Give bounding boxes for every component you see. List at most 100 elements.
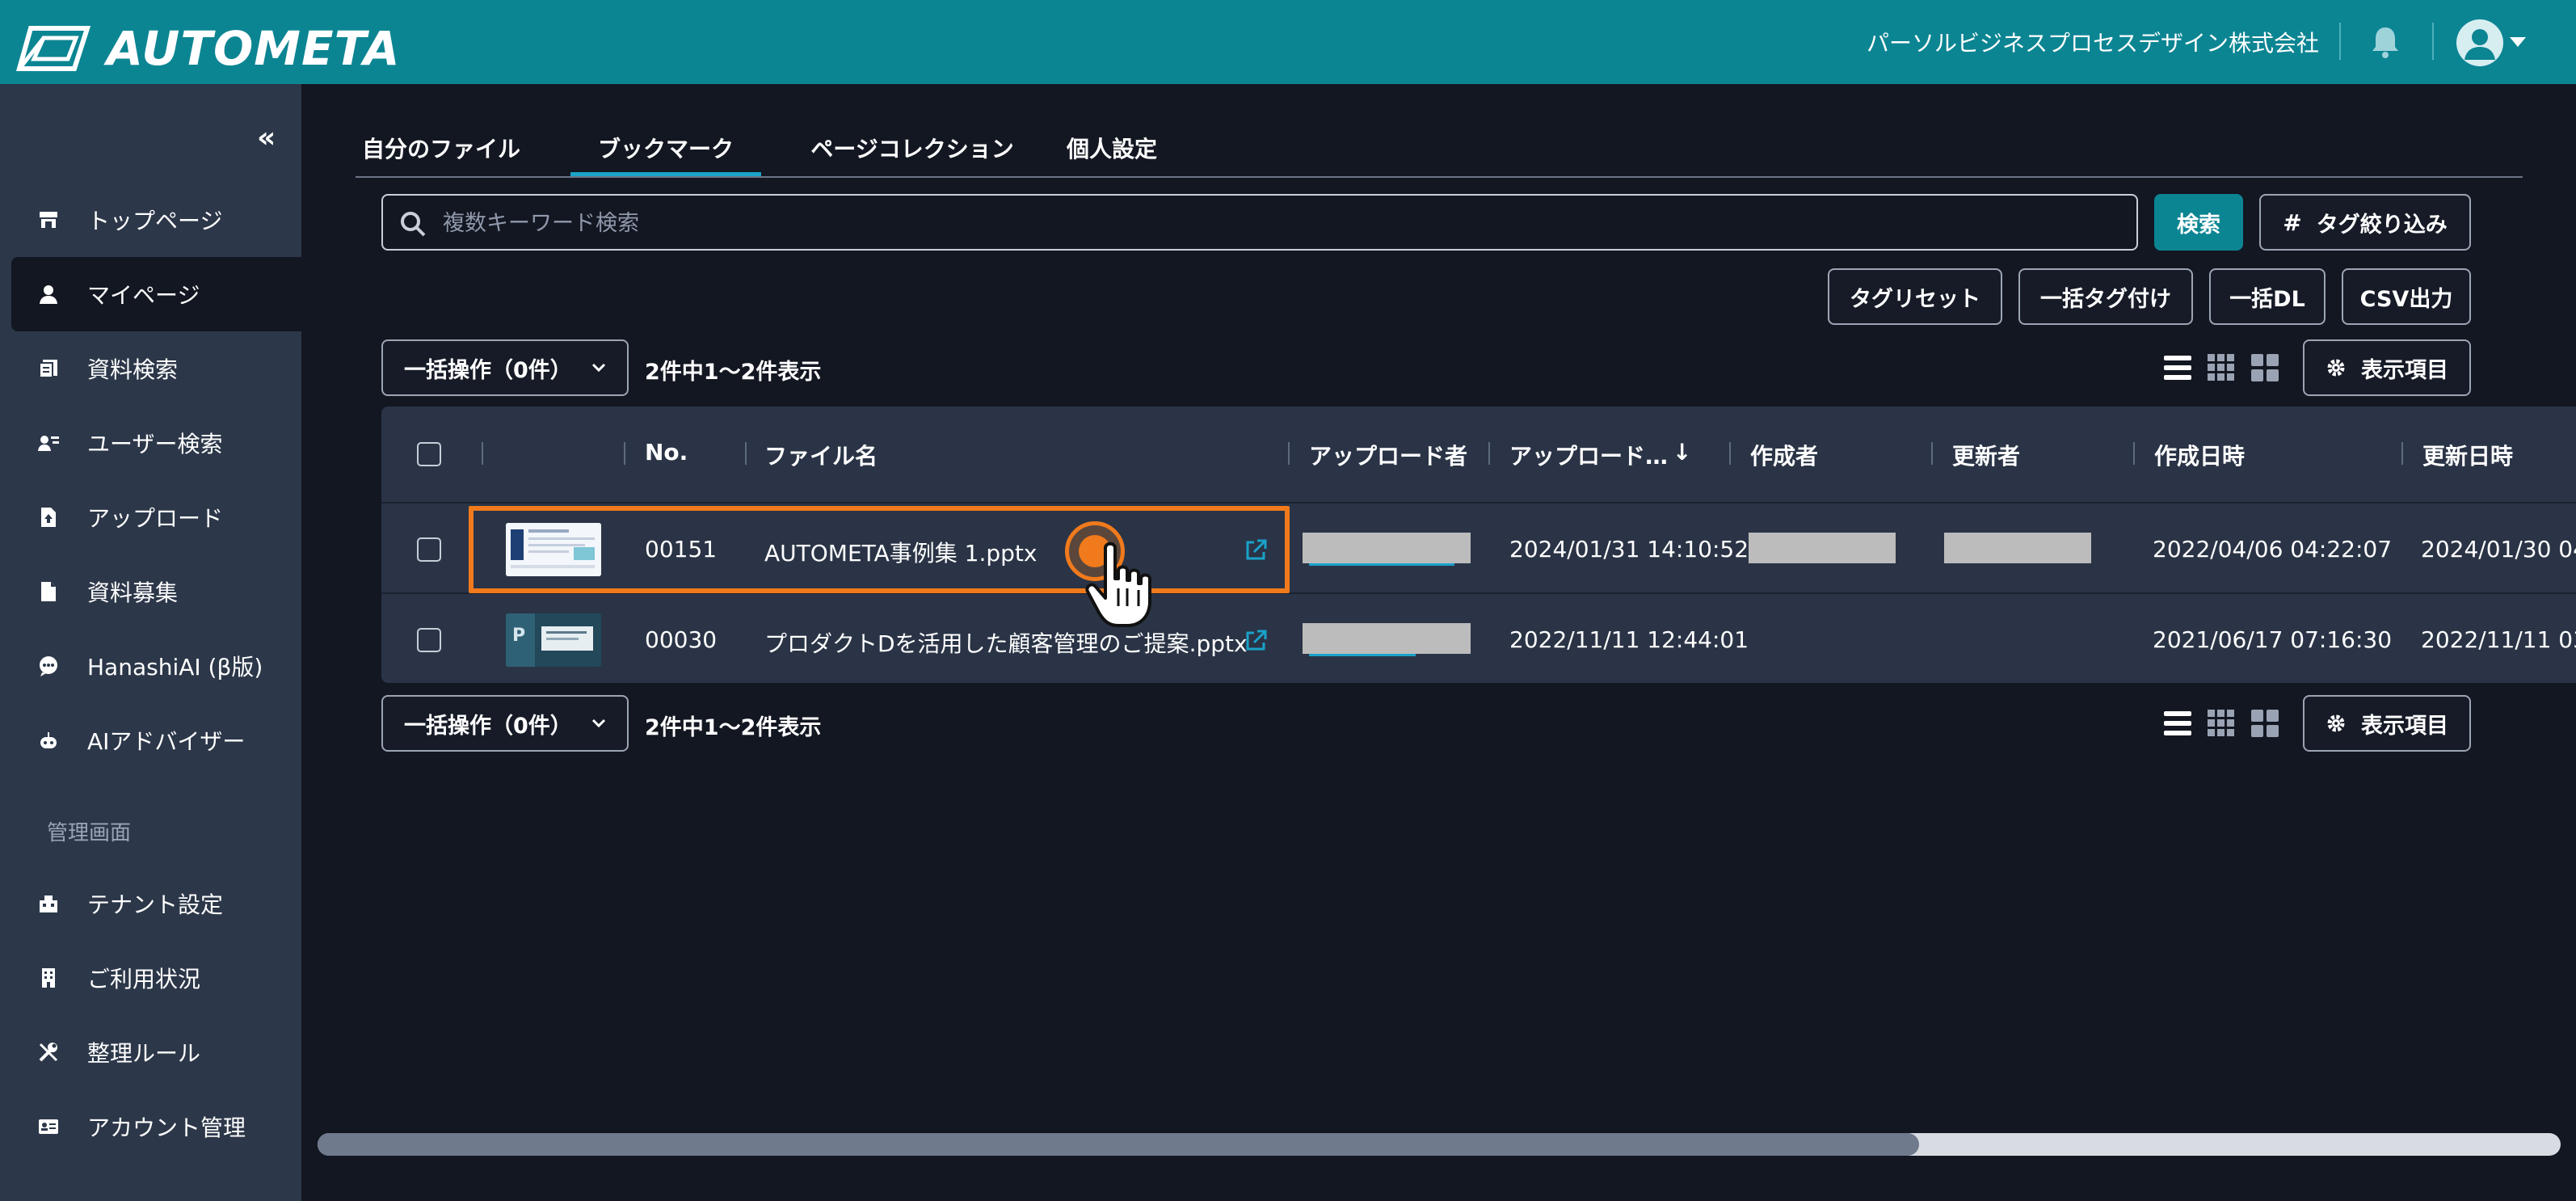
- sidebar-item-label: ご利用状況: [87, 966, 201, 992]
- row-checkbox[interactable]: [417, 628, 441, 652]
- bulk-operation-label: 一括操作（0件）: [404, 713, 572, 739]
- grid-large-view-icon[interactable]: [2250, 708, 2280, 739]
- avatar[interactable]: [2456, 19, 2503, 66]
- search-button[interactable]: 検索: [2154, 194, 2243, 251]
- header-divider: [2432, 23, 2434, 60]
- document-search-icon: [39, 360, 57, 378]
- admin-section-label: 管理画面: [47, 821, 132, 845]
- gear-icon: [2327, 359, 2345, 377]
- sidebar-item-label: マイページ: [87, 282, 200, 309]
- bulk-download-button[interactable]: 一括DL: [2209, 268, 2326, 325]
- column-divider: [2133, 442, 2135, 465]
- bell-icon[interactable]: [2368, 24, 2403, 60]
- sidebar-item-label: 資料検索: [87, 356, 179, 383]
- tab-my-files[interactable]: 自分のファイル: [356, 129, 527, 176]
- list-view-icon[interactable]: [2162, 708, 2193, 739]
- svg-text:P: P: [512, 626, 525, 646]
- bulk-operation-dropdown-bottom[interactable]: 一括操作（0件）: [381, 695, 629, 752]
- column-header-uploaded-at[interactable]: アップロード…: [1509, 439, 1668, 471]
- sidebar-item-rules[interactable]: 整理ルール: [0, 1015, 301, 1089]
- tab-bookmarks[interactable]: ブックマーク: [570, 129, 761, 176]
- column-header-created-at[interactable]: 作成日時: [2154, 439, 2245, 471]
- sidebar-item-label: ユーザー検索: [87, 431, 223, 457]
- sort-desc-icon[interactable]: ↓: [1673, 439, 1691, 466]
- sidebar-item-usage-status[interactable]: ご利用状況: [0, 941, 301, 1015]
- sidebar-item-label: 整理ルール: [87, 1040, 201, 1067]
- list-view-icon[interactable]: [2162, 352, 2193, 383]
- bulk-operation-label: 一括操作（0件）: [404, 357, 572, 383]
- search-input[interactable]: [443, 204, 2107, 242]
- tag-reset-button[interactable]: タグリセット: [1828, 268, 2002, 325]
- csv-export-button[interactable]: CSV出力: [2342, 268, 2471, 325]
- tag-filter-button[interactable]: # タグ絞り込み: [2259, 194, 2471, 251]
- column-header-updater[interactable]: 更新者: [1952, 439, 2020, 471]
- redacted-uploader: [1303, 623, 1471, 654]
- select-all-checkbox[interactable]: [417, 442, 441, 466]
- caret-down-icon[interactable]: [2510, 37, 2526, 47]
- grid-small-view-icon[interactable]: [2206, 352, 2237, 383]
- user-search-icon: [38, 436, 59, 451]
- tab-page-collection[interactable]: ページコレクション: [792, 129, 1033, 176]
- sidebar-item-label: トップページ: [87, 208, 223, 234]
- updated-at: 2024/01/30 04: [2421, 536, 2576, 563]
- store-icon: [40, 212, 57, 228]
- column-header-creator[interactable]: 作成者: [1750, 439, 1818, 471]
- id-card-icon: [39, 1119, 58, 1134]
- sidebar-item-top[interactable]: トップページ: [0, 183, 301, 257]
- sidebar-item-tenant-settings[interactable]: テナント設定: [0, 866, 301, 941]
- app-header: AUTOMETA パーソルビジネスプロセスデザイン株式会社: [0, 0, 2576, 84]
- display-items-button-bottom[interactable]: 表示項目: [2303, 695, 2471, 752]
- display-items-button[interactable]: 表示項目: [2303, 339, 2471, 396]
- tab-personal-settings[interactable]: 個人設定: [1049, 129, 1175, 176]
- gear-icon: [2327, 714, 2345, 732]
- sidebar-item-label: テナント設定: [87, 891, 224, 918]
- sidebar-item-upload[interactable]: アップロード: [0, 480, 301, 554]
- sidebar-item-label: AIアドバイザー: [87, 728, 246, 755]
- sidebar-item-user-search[interactable]: ユーザー検索: [0, 406, 301, 480]
- logo-mark-icon: [16, 26, 90, 71]
- file-thumbnail[interactable]: P: [506, 613, 601, 667]
- sidebar-item-mypage[interactable]: マイページ: [11, 257, 301, 331]
- header-divider: [2339, 23, 2341, 60]
- external-link-icon[interactable]: [1243, 628, 1269, 654]
- grid-large-view-icon[interactable]: [2250, 352, 2280, 383]
- sidebar-item-account[interactable]: アカウント管理: [0, 1089, 301, 1164]
- column-header-uploader[interactable]: アップロード者: [1309, 439, 1467, 471]
- row-highlight-frame: [469, 506, 1290, 593]
- uploaded-at: 2022/11/11 12:44:01: [1509, 626, 1749, 653]
- sidebar-item-document-search[interactable]: 資料検索: [0, 331, 301, 406]
- column-divider: [624, 442, 625, 465]
- robot-icon: [40, 732, 57, 748]
- horizontal-scrollbar[interactable]: [318, 1133, 2561, 1156]
- tenant-icon: [40, 895, 57, 912]
- brand-logo[interactable]: AUTOMETA: [16, 21, 401, 76]
- scrollbar-thumb[interactable]: [318, 1133, 1919, 1156]
- column-divider: [745, 442, 747, 465]
- file-number: 00030: [645, 626, 718, 653]
- redacted-updater: [1944, 533, 2091, 563]
- column-divider: [1288, 442, 1290, 465]
- created-at: 2021/06/17 07:16:30: [2153, 626, 2393, 653]
- company-name: パーソルビジネスプロセスデザイン株式会社: [1866, 30, 2319, 57]
- user-icon: [40, 285, 57, 304]
- collapse-sidebar-button[interactable]: «: [257, 121, 276, 154]
- slide-thumbnail-image: P: [506, 613, 601, 667]
- result-count-bottom: 2件中1～2件表示: [645, 715, 822, 740]
- sidebar-item-document-request[interactable]: 資料募集: [0, 554, 301, 629]
- display-items-label: 表示項目: [2361, 357, 2448, 383]
- sidebar-item-hanashiai[interactable]: HanashiAI (β版): [0, 629, 301, 703]
- column-header-no[interactable]: No.: [645, 439, 688, 466]
- column-header-updated-at[interactable]: 更新日時: [2422, 439, 2513, 471]
- tab-bar: 自分のファイル ブックマーク ページコレクション 個人設定: [356, 129, 2523, 178]
- sidebar-item-ai-advisor[interactable]: AIアドバイザー: [0, 703, 301, 777]
- column-divider: [1729, 442, 1731, 465]
- bulk-operation-dropdown[interactable]: 一括操作（0件）: [381, 339, 629, 396]
- search-icon: [401, 212, 426, 237]
- row-checkbox[interactable]: [417, 537, 441, 562]
- bulk-tag-button[interactable]: 一括タグ付け: [2018, 268, 2193, 325]
- hand-pointer-icon: [1085, 542, 1151, 627]
- column-header-filename[interactable]: ファイル名: [764, 439, 878, 471]
- table-row[interactable]: P 00030 プロダクトDを活用した顧客管理のご提案.pptx 2022/11…: [381, 596, 2576, 683]
- grid-small-view-icon[interactable]: [2206, 708, 2237, 739]
- file-name-link[interactable]: プロダクトDを活用した顧客管理のご提案.pptx: [764, 626, 1248, 659]
